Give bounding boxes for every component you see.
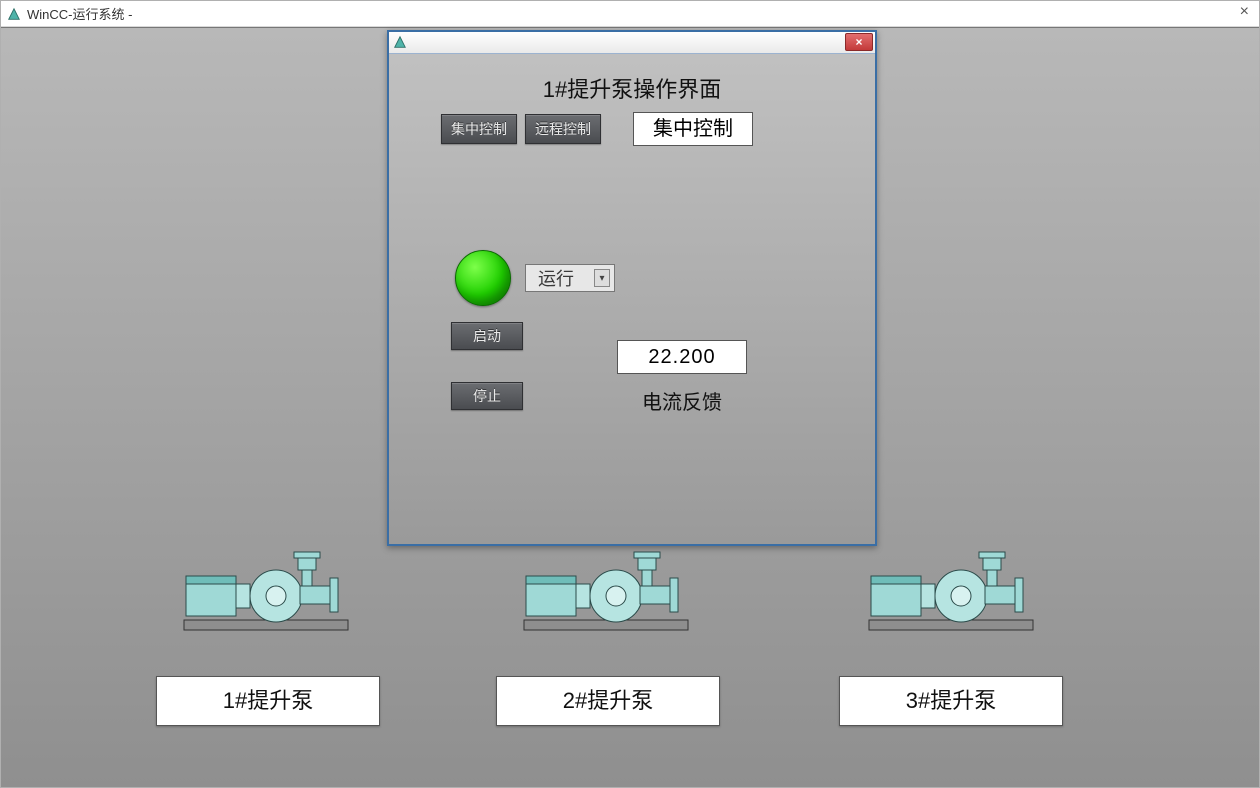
- dialog-heading: 1#提升泵操作界面: [389, 72, 875, 104]
- pump-control-dialog: × 1#提升泵操作界面 集中控制 远程控制 集中控制 运行 ▾ 启动 停止 22…: [387, 30, 877, 546]
- remote-control-button[interactable]: 远程控制: [525, 114, 601, 144]
- app-window: WinCC-运行系统 - × × 1#提升泵操作界面 集中控制 远程控制 集中控…: [0, 0, 1260, 788]
- run-status-lamp-icon: [455, 250, 511, 306]
- dialog-logo-icon: [393, 35, 407, 49]
- dialog-close-button[interactable]: ×: [845, 33, 873, 51]
- central-control-button[interactable]: 集中控制: [441, 114, 517, 144]
- current-feedback-value: 22.200: [617, 340, 747, 374]
- pump-2-icon[interactable]: [516, 548, 696, 638]
- dialog-titlebar[interactable]: ×: [389, 32, 875, 54]
- run-state-value: 运行: [538, 265, 574, 291]
- start-button[interactable]: 启动: [451, 322, 523, 350]
- pump-1-button[interactable]: 1#提升泵: [156, 676, 380, 726]
- scada-canvas: × 1#提升泵操作界面 集中控制 远程控制 集中控制 运行 ▾ 启动 停止 22…: [1, 27, 1259, 787]
- pump-1-icon[interactable]: [176, 548, 356, 638]
- control-mode-display: 集中控制: [633, 112, 753, 146]
- app-logo-icon: [7, 7, 21, 21]
- pump-3-icon[interactable]: [861, 548, 1041, 638]
- window-titlebar: WinCC-运行系统 - ×: [1, 1, 1259, 27]
- window-title: WinCC-运行系统 -: [27, 4, 132, 23]
- stop-button[interactable]: 停止: [451, 382, 523, 410]
- window-close-button[interactable]: ×: [1240, 3, 1249, 21]
- pump-2-button[interactable]: 2#提升泵: [496, 676, 720, 726]
- run-state-select[interactable]: 运行 ▾: [525, 264, 615, 292]
- current-feedback-label: 电流反馈: [617, 386, 747, 415]
- dialog-body: 1#提升泵操作界面 集中控制 远程控制 集中控制 运行 ▾ 启动 停止 22.2…: [389, 54, 875, 544]
- pump-3-button[interactable]: 3#提升泵: [839, 676, 1063, 726]
- chevron-down-icon: ▾: [594, 269, 610, 287]
